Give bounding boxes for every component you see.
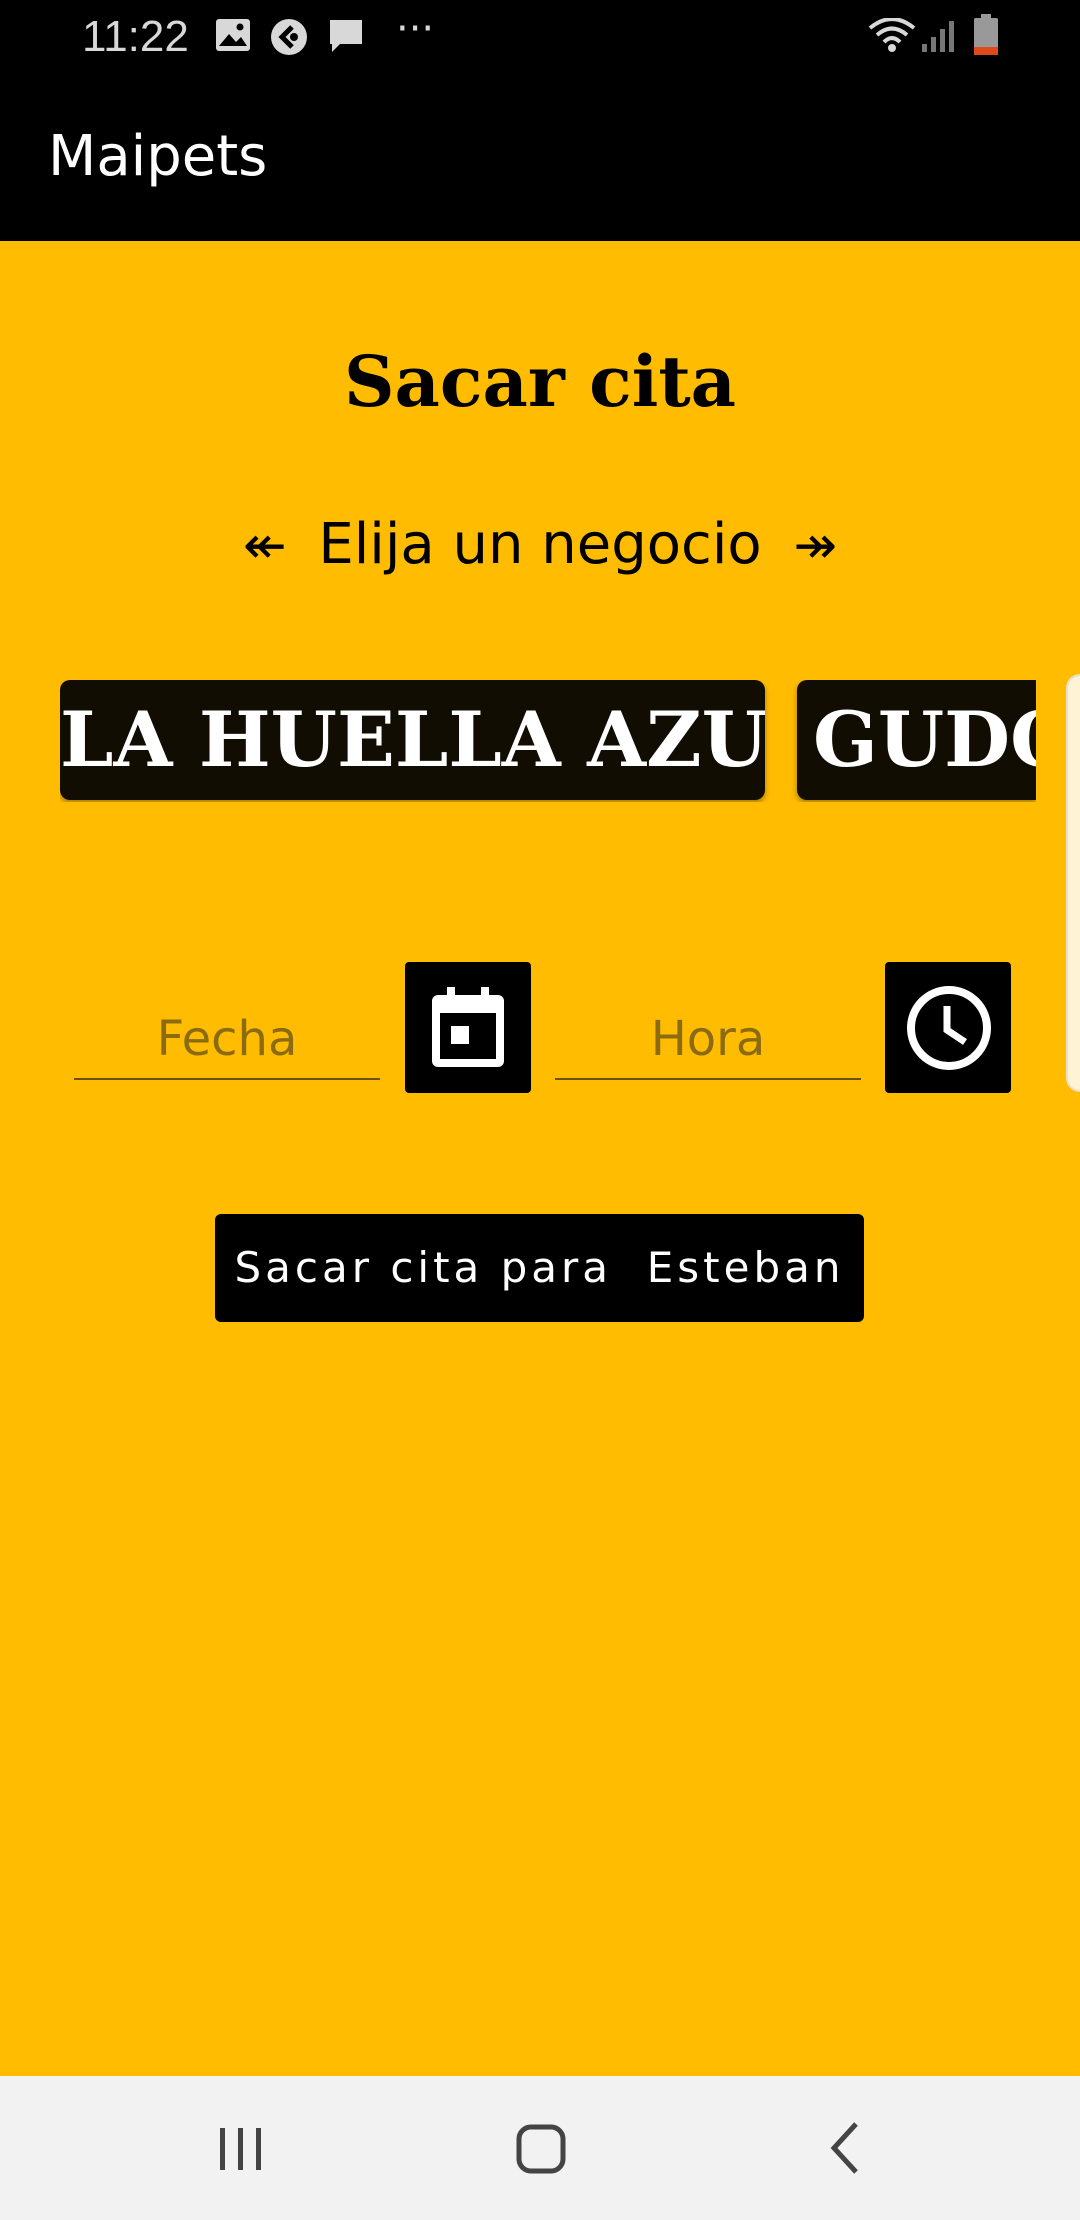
recent-apps-icon[interactable] bbox=[216, 2120, 266, 2180]
arrow-right-icon[interactable]: ↠ bbox=[793, 516, 837, 576]
wifi-icon bbox=[868, 17, 916, 58]
image-icon bbox=[215, 18, 251, 56]
app-title: Maipets bbox=[48, 124, 268, 189]
app-bar: Maipets bbox=[0, 72, 1080, 241]
status-bar: 11:22 ··· bbox=[0, 0, 1080, 72]
chooser-label: Elija un negocio bbox=[318, 512, 762, 577]
date-picker-button[interactable] bbox=[405, 962, 531, 1093]
signal-icon bbox=[920, 18, 960, 58]
home-icon[interactable] bbox=[514, 2120, 570, 2180]
time-field[interactable]: Hora bbox=[555, 1000, 861, 1080]
time-picker-button[interactable] bbox=[885, 962, 1011, 1093]
arrow-left-icon[interactable]: ↞ bbox=[243, 516, 287, 576]
business-card[interactable]: LA HUELLA AZUL bbox=[60, 680, 765, 800]
business-chooser: ↞ Elija un negocio ↠ bbox=[0, 512, 1080, 577]
back-icon[interactable] bbox=[820, 2120, 870, 2180]
date-field[interactable]: Fecha bbox=[74, 1000, 380, 1080]
edge-panel-handle[interactable] bbox=[1066, 674, 1080, 1092]
book-appointment-button[interactable]: Sacar cita para Esteban bbox=[215, 1214, 864, 1322]
business-name: LA HUELLA AZUL bbox=[60, 695, 765, 784]
battery-icon bbox=[972, 14, 1000, 60]
status-time: 11:22 bbox=[82, 12, 189, 61]
business-name: GUDO bbox=[813, 695, 1036, 784]
navigation-bar bbox=[0, 2076, 1080, 2220]
calendar-icon bbox=[432, 987, 504, 1067]
more-dots-icon: ··· bbox=[396, 6, 435, 52]
business-carousel[interactable]: LA HUELLA AZUL GUDO bbox=[60, 680, 1036, 802]
clock-icon bbox=[907, 986, 991, 1070]
circle-app-icon bbox=[270, 18, 308, 60]
business-card[interactable]: GUDO bbox=[797, 680, 1036, 800]
page-title: Sacar cita bbox=[343, 340, 737, 423]
chat-icon bbox=[328, 18, 364, 58]
